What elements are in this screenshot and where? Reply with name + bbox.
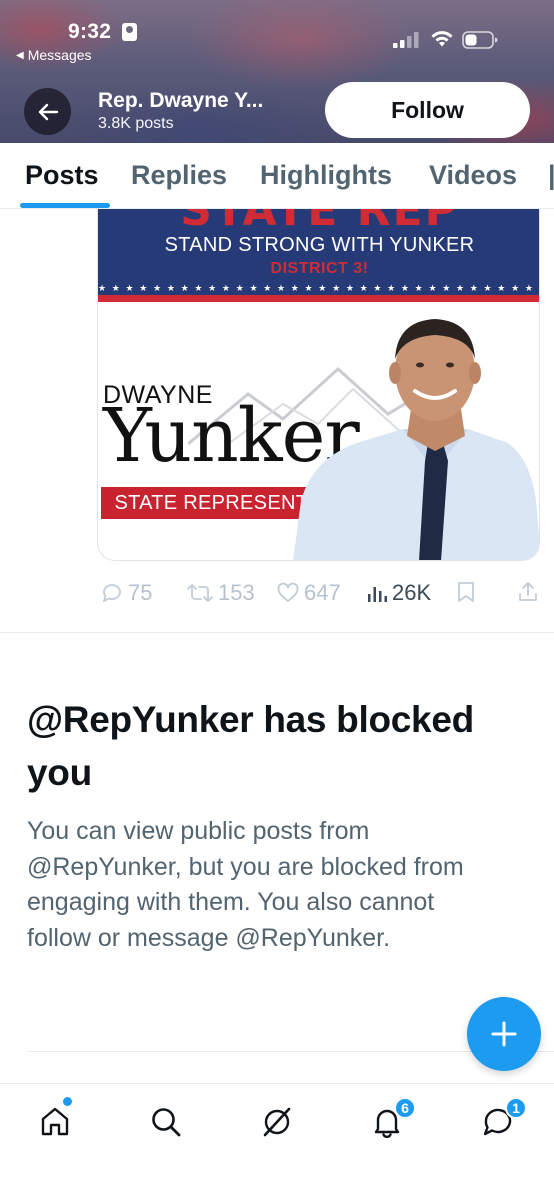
grok-slash-icon	[263, 1107, 291, 1137]
back-button[interactable]	[24, 88, 71, 135]
bookmark-button[interactable]	[455, 580, 477, 604]
reply-button[interactable]: 75	[100, 580, 152, 606]
like-count: 647	[304, 580, 341, 605]
messages-badge: 1	[505, 1097, 527, 1119]
banner-tagline: STAND STRONG WITH YUNKER	[164, 234, 475, 256]
like-button[interactable]: 647	[276, 580, 341, 606]
tab-videos[interactable]: Videos	[429, 160, 517, 191]
notifications-badge: 6	[394, 1097, 416, 1119]
blocked-description: You can view public posts from @RepYunke…	[27, 817, 464, 952]
profile-posts-count: 3.8K posts	[98, 115, 174, 132]
repost-button[interactable]: 153	[186, 580, 255, 606]
back-triangle-icon: ◀	[16, 49, 24, 61]
blocked-title: @RepYunker has blocked you	[27, 699, 474, 793]
reply-icon	[103, 584, 121, 602]
tab-highlights[interactable]: Highlights	[260, 160, 392, 191]
share-icon	[519, 582, 537, 601]
views-button[interactable]: 26K	[366, 580, 431, 606]
heart-icon	[277, 582, 299, 602]
banner-heading: STATE REP	[180, 209, 459, 236]
repost-icon	[187, 584, 213, 602]
divider	[0, 632, 554, 633]
follow-button[interactable]: Follow	[325, 82, 530, 138]
stars-strip: ★ ★ ★ ★ ★ ★ ★ ★ ★ ★ ★ ★ ★ ★ ★ ★ ★ ★ ★ ★ …	[98, 281, 539, 295]
tab-overflow-edge: |	[548, 160, 554, 191]
share-button[interactable]	[516, 580, 540, 604]
profile-header-banner: 9:32 ◀ Messages Rep. Dwayne Y... 3.8K po…	[0, 0, 554, 143]
nav-search[interactable]	[146, 1102, 186, 1142]
bottom-navigation: 6 1	[0, 1083, 554, 1199]
post-action-bar: 75 153 647 26K	[98, 580, 548, 614]
home-new-content-dot	[63, 1097, 72, 1106]
back-to-app-label: Messages	[27, 47, 92, 63]
reply-count: 75	[128, 580, 153, 605]
tab-posts[interactable]: Posts	[25, 160, 99, 191]
candidate-photo	[293, 319, 539, 560]
plus-icon	[491, 1021, 517, 1047]
arrow-left-icon	[38, 103, 58, 120]
bookmark-icon	[458, 582, 474, 602]
views-bar-chart-icon	[368, 587, 387, 602]
profile-name: Rep. Dwayne Y...	[98, 89, 264, 112]
banner-district: DISTRICT 3!	[270, 260, 369, 277]
views-count: 26K	[392, 580, 432, 605]
search-icon	[152, 1108, 181, 1137]
tab-replies[interactable]: Replies	[131, 160, 227, 191]
compose-post-button[interactable]	[467, 997, 541, 1071]
cellular-signal-icon	[393, 32, 419, 48]
repost-count: 153	[218, 580, 255, 605]
profile-tabs: Posts Replies Highlights Videos |	[0, 143, 554, 209]
focus-person-icon	[122, 23, 137, 41]
status-time: 9:32	[68, 20, 112, 43]
back-to-messages-link[interactable]: ◀ Messages	[16, 47, 92, 63]
wifi-icon	[431, 31, 453, 47]
nav-grok[interactable]	[257, 1102, 297, 1142]
home-icon	[41, 1107, 69, 1136]
battery-icon	[462, 31, 498, 49]
nav-home[interactable]	[35, 1102, 75, 1142]
active-tab-indicator	[20, 203, 110, 208]
post-media-image[interactable]: STATE REP STAND STRONG WITH YUNKER DISTR…	[97, 209, 540, 561]
